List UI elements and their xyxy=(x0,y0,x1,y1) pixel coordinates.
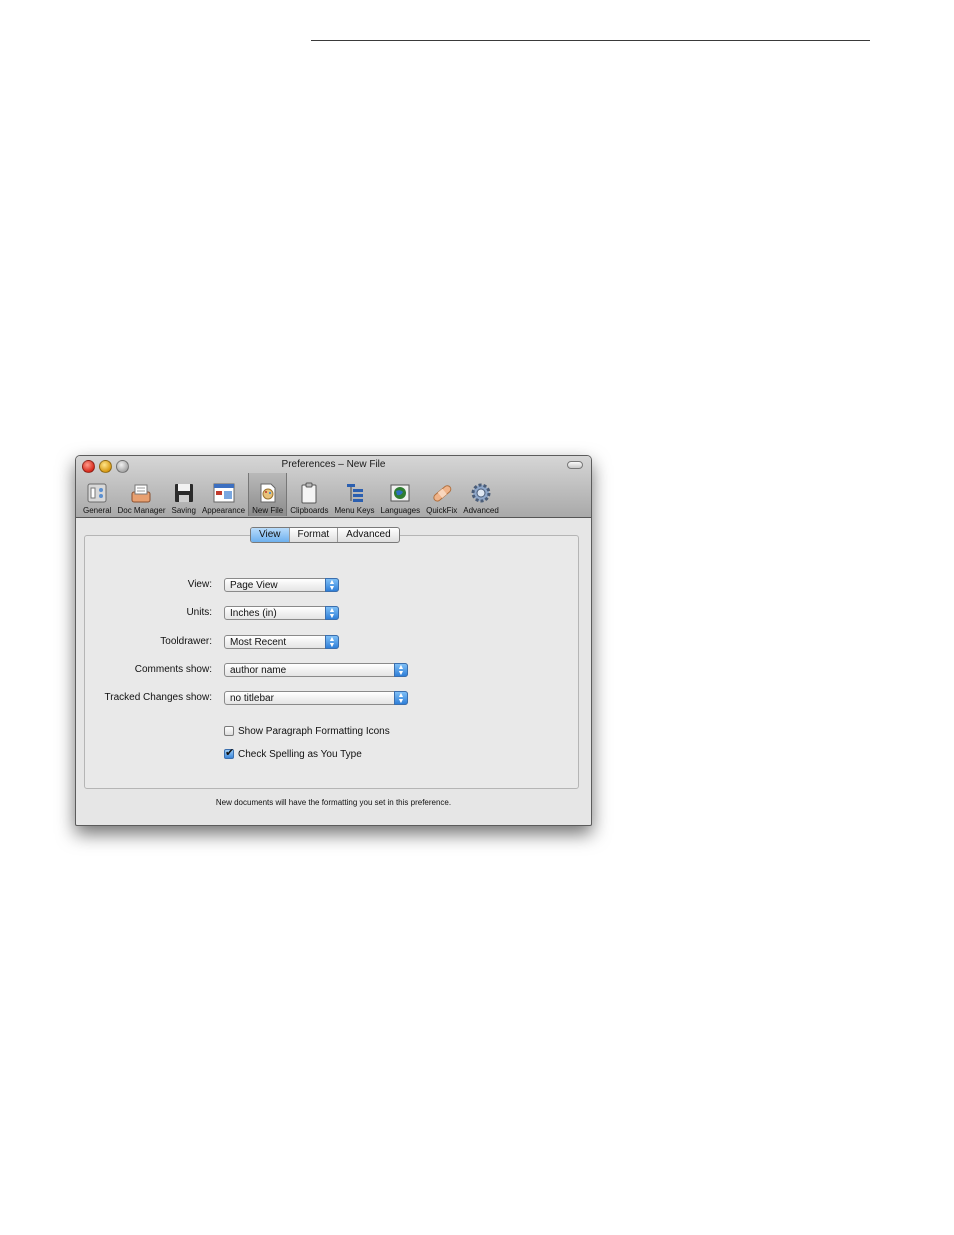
toolbar-toggle-button[interactable] xyxy=(567,461,583,469)
toolbar-item-new-file[interactable]: New File xyxy=(248,473,288,516)
show-paragraph-option[interactable]: Show Paragraph Formatting Icons xyxy=(224,724,390,738)
tracked-changes-popup[interactable]: no titlebar ▲ ▼ xyxy=(224,691,408,705)
toolbar-item-clipboards[interactable]: Clipboards xyxy=(287,476,331,516)
toolbar-item-doc-manager[interactable]: Doc Manager xyxy=(114,476,168,516)
popup-arrows-icon: ▲ ▼ xyxy=(325,578,339,592)
doc-manager-icon xyxy=(131,484,151,503)
preferences-toolbar: General Doc Manager Saving Appearance Ne… xyxy=(80,473,502,516)
popup-arrows-icon: ▲ ▼ xyxy=(325,606,339,620)
page-rule xyxy=(311,40,870,41)
view-label: View: xyxy=(187,579,212,590)
footer-note: New documents will have the formatting y… xyxy=(215,798,452,807)
toolbar-label: Menu Keys xyxy=(334,506,375,515)
toolbar-label: Advanced xyxy=(463,506,499,515)
toolbar-item-languages[interactable]: Languages xyxy=(378,476,424,516)
view-popup-value: Page View xyxy=(230,580,278,591)
units-label: Units: xyxy=(186,607,212,618)
check-spelling-checkbox[interactable] xyxy=(224,746,234,759)
units-popup-value: Inches (in) xyxy=(230,608,277,619)
units-row: Units: Inches (in) ▲ ▼ xyxy=(85,605,578,621)
new-file-icon xyxy=(260,483,276,503)
tracked-changes-popup-value: no titlebar xyxy=(230,693,274,704)
popup-arrows-icon: ▲ ▼ xyxy=(394,691,408,705)
tracked-changes-label: Tracked Changes show: xyxy=(104,692,212,703)
tab-format[interactable]: Format xyxy=(290,528,339,542)
preferences-window: Preferences – New File General Doc Manag… xyxy=(75,455,592,826)
toolbar-label: QuickFix xyxy=(426,506,458,515)
bandage-icon xyxy=(433,485,451,502)
comments-row: Comments show: author name ▲ ▼ xyxy=(85,662,578,678)
gear-icon xyxy=(471,483,491,503)
tooldrawer-row: Tooldrawer: Most Recent ▲ ▼ xyxy=(85,634,578,650)
show-paragraph-checkbox[interactable] xyxy=(224,726,234,736)
tooldrawer-label: Tooldrawer: xyxy=(160,636,212,647)
toolbar-item-appearance[interactable]: Appearance xyxy=(199,476,248,516)
menu-keys-icon xyxy=(346,484,363,502)
comments-popup-value: author name xyxy=(230,665,287,676)
comments-label: Comments show: xyxy=(134,664,212,675)
appearance-icon xyxy=(213,483,235,503)
popup-arrows-icon: ▲ ▼ xyxy=(325,635,339,649)
toolbar-label: Clipboards xyxy=(290,506,329,515)
show-paragraph-label: Show Paragraph Formatting Icons xyxy=(238,725,390,737)
toolbar-item-saving[interactable]: Saving xyxy=(169,476,199,516)
toolbar-item-menu-keys[interactable]: Menu Keys xyxy=(332,476,378,516)
floppy-disk-icon xyxy=(174,484,193,502)
tab-view[interactable]: View xyxy=(251,528,290,542)
check-spelling-option[interactable]: Check Spelling as You Type xyxy=(224,746,362,761)
globe-book-icon xyxy=(390,484,410,502)
comments-popup[interactable]: author name ▲ ▼ xyxy=(224,663,408,677)
tracked-changes-row: Tracked Changes show: no titlebar ▲ ▼ xyxy=(85,690,578,706)
clipboard-icon xyxy=(301,482,317,504)
check-spelling-label: Check Spelling as You Type xyxy=(238,748,362,760)
tab-advanced[interactable]: Advanced xyxy=(338,528,398,542)
toolbar-label: Languages xyxy=(380,506,421,515)
general-icon xyxy=(87,483,107,503)
toolbar-item-general[interactable]: General xyxy=(80,476,114,516)
toolbar-item-advanced[interactable]: Advanced xyxy=(460,476,502,516)
settings-panel: View: Page View ▲ ▼ Units: Inches (in) ▲ ▼… xyxy=(84,535,579,789)
toolbar-label: Saving xyxy=(171,506,196,515)
toolbar-item-quickfix[interactable]: QuickFix xyxy=(423,476,460,516)
segmented-tab-control: View Format Advanced xyxy=(250,527,400,543)
popup-arrows-icon: ▲ ▼ xyxy=(394,663,408,677)
toolbar-label: General xyxy=(83,506,112,515)
tooldrawer-popup-value: Most Recent xyxy=(230,637,287,648)
toolbar-label: Appearance xyxy=(201,506,246,515)
toolbar-label: New File xyxy=(252,506,284,515)
tooldrawer-popup[interactable]: Most Recent ▲ ▼ xyxy=(224,635,339,649)
toolbar-label: Doc Manager xyxy=(117,506,166,515)
units-popup[interactable]: Inches (in) ▲ ▼ xyxy=(224,606,339,620)
view-popup[interactable]: Page View ▲ ▼ xyxy=(224,578,339,592)
window-title: Preferences – New File xyxy=(281,459,386,470)
view-row: View: Page View ▲ ▼ xyxy=(85,577,578,593)
title-bar: Preferences – New File General Doc Manag… xyxy=(76,456,591,518)
